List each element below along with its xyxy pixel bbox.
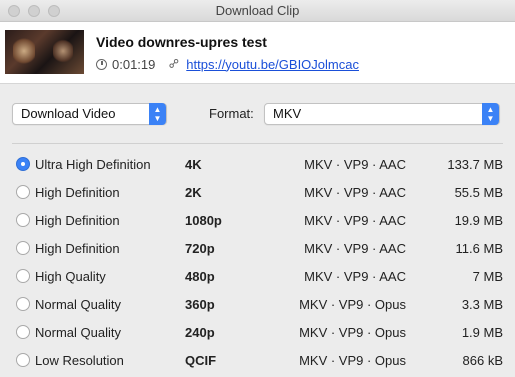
format-dropdown-value: MKV <box>273 106 302 121</box>
list-item[interactable]: Normal Quality 360p MKV · VP9 · Opus 3.3… <box>0 291 515 319</box>
size-label: 1.9 MB <box>461 325 503 340</box>
size-label: 3.3 MB <box>461 297 503 312</box>
radio-button[interactable] <box>16 297 30 311</box>
action-dropdown[interactable]: Download Video ▲ ▼ <box>12 103 167 125</box>
resolution-label: 1080p <box>185 213 222 228</box>
list-item[interactable]: High Definition 2K MKV · VP9 · AAC 55.5 … <box>0 179 515 207</box>
radio-button[interactable] <box>16 213 30 227</box>
codec-label: MKV · VP9 · Opus <box>299 325 406 340</box>
size-label: 11.6 MB <box>455 241 503 256</box>
list-item[interactable]: Low Resolution QCIF MKV · VP9 · Opus 866… <box>0 347 515 375</box>
radio-button[interactable] <box>16 269 30 283</box>
clip-duration: 0:01:19 <box>112 56 156 72</box>
chevron-updown-icon: ▲ ▼ <box>482 103 499 125</box>
clip-header: Video downres-upres test 0:01:19 ⚯ https… <box>0 22 515 84</box>
quality-label: Normal Quality <box>35 325 121 340</box>
quality-label: High Quality <box>35 269 106 284</box>
format-label: Format: <box>209 106 254 121</box>
resolution-label: 360p <box>185 297 215 312</box>
resolution-label: QCIF <box>185 353 217 368</box>
action-dropdown-value: Download Video <box>21 106 116 121</box>
codec-label: MKV · VP9 · Opus <box>299 297 406 312</box>
clip-url-link[interactable]: https://youtu.be/GBIOJolmcac <box>186 57 359 72</box>
size-label: 133.7 MB <box>447 157 503 172</box>
link-icon: ⚯ <box>165 54 184 73</box>
list-item[interactable]: High Quality 480p MKV · VP9 · AAC 7 MB <box>0 263 515 291</box>
list-item[interactable]: Ultra High Definition 4K MKV · VP9 · AAC… <box>0 151 515 179</box>
radio-button[interactable] <box>16 353 30 367</box>
size-label: 7 MB <box>472 269 503 284</box>
list-item[interactable]: High Definition 720p MKV · VP9 · AAC 11.… <box>0 235 515 263</box>
video-thumbnail <box>5 30 84 74</box>
codec-label: MKV · VP9 · AAC <box>304 157 406 172</box>
codec-label: MKV · VP9 · AAC <box>304 241 406 256</box>
quality-label: High Definition <box>35 241 120 256</box>
size-label: 19.9 MB <box>454 213 503 228</box>
quality-label: Normal Quality <box>35 297 121 312</box>
radio-button[interactable] <box>16 185 30 199</box>
radio-button[interactable] <box>16 157 30 171</box>
resolution-label: 2K <box>185 185 202 200</box>
codec-label: MKV · VP9 · AAC <box>304 269 406 284</box>
chevron-updown-icon: ▲ ▼ <box>149 103 166 125</box>
radio-button[interactable] <box>16 241 30 255</box>
title-bar: Download Clip <box>0 0 515 22</box>
list-item[interactable]: Normal Quality 240p MKV · VP9 · Opus 1.9… <box>0 319 515 347</box>
resolution-label: 4K <box>185 157 202 172</box>
format-dropdown[interactable]: MKV ▲ ▼ <box>264 103 500 125</box>
resolution-label: 240p <box>185 325 215 340</box>
codec-label: MKV · VP9 · Opus <box>299 353 406 368</box>
window-title: Download Clip <box>215 3 300 18</box>
size-label: 55.5 MB <box>454 185 503 200</box>
radio-button[interactable] <box>16 325 30 339</box>
resolution-label: 720p <box>185 241 215 256</box>
resolution-label: 480p <box>185 269 215 284</box>
quality-label: Ultra High Definition <box>35 157 151 172</box>
clip-meta: 0:01:19 ⚯ https://youtu.be/GBIOJolmcac <box>96 54 359 73</box>
quality-label: Low Resolution <box>35 353 124 368</box>
quality-label: High Definition <box>35 185 120 200</box>
size-label: 866 kB <box>462 353 503 368</box>
clock-icon <box>96 58 107 70</box>
codec-label: MKV · VP9 · AAC <box>304 213 406 228</box>
clip-title: Video downres-upres test <box>96 34 267 50</box>
divider <box>12 143 503 144</box>
codec-label: MKV · VP9 · AAC <box>304 185 406 200</box>
list-item[interactable]: High Definition 1080p MKV · VP9 · AAC 19… <box>0 207 515 235</box>
quality-label: High Definition <box>35 213 120 228</box>
